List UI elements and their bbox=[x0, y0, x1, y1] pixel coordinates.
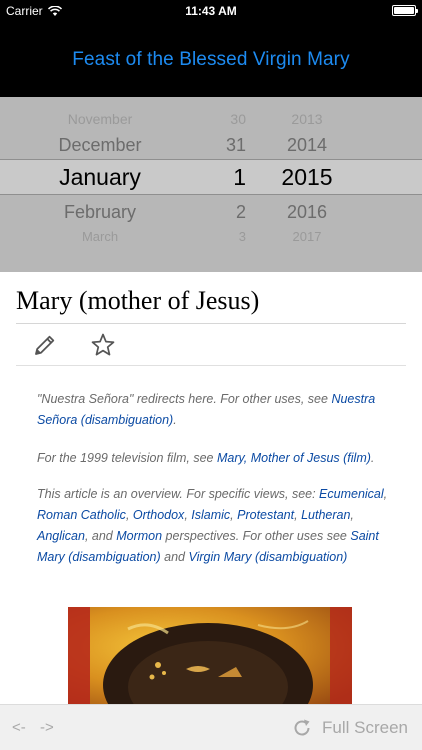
hatnote-text: perspectives. For other uses see bbox=[162, 529, 351, 543]
picker-day-selected[interactable]: 1 bbox=[190, 164, 246, 191]
hatnote-text: . bbox=[173, 413, 177, 427]
favorite-button[interactable] bbox=[90, 332, 116, 358]
picker-day[interactable]: 3 bbox=[190, 229, 246, 244]
battery-icon bbox=[392, 5, 418, 16]
picker-row[interactable]: November 30 2013 bbox=[0, 111, 422, 137]
hatnote-text: and bbox=[160, 550, 189, 564]
edit-button[interactable] bbox=[32, 332, 58, 358]
bottom-toolbar: <- -> Full Screen bbox=[0, 704, 422, 750]
article-title: Mary (mother of Jesus) bbox=[16, 286, 406, 324]
nav-header: Feast of the Blessed Virgin Mary bbox=[0, 22, 422, 97]
link-roman-catholic[interactable]: Roman Catholic bbox=[37, 508, 126, 522]
hatnote-text: . bbox=[370, 451, 375, 465]
hatnote-text: "Nuestra Señora" redirects here. For oth… bbox=[37, 392, 332, 406]
status-time: 11:43 AM bbox=[185, 4, 237, 18]
link-lutheran[interactable]: Lutheran bbox=[301, 508, 350, 522]
picker-day[interactable]: 31 bbox=[190, 135, 246, 156]
link-ecumenical[interactable]: Ecumenical bbox=[319, 487, 384, 501]
page-title: Feast of the Blessed Virgin Mary bbox=[72, 48, 350, 70]
divider bbox=[16, 365, 406, 366]
separator: , and bbox=[84, 529, 117, 543]
separator: , bbox=[350, 508, 354, 522]
picker-month-selected[interactable]: January bbox=[0, 164, 200, 191]
article-webview[interactable]: Mary (mother of Jesus) "Nuestra Señora" … bbox=[0, 272, 422, 704]
picker-day[interactable]: 30 bbox=[190, 111, 246, 127]
date-picker[interactable]: November 30 2013 December 31 2014 Januar… bbox=[0, 97, 422, 272]
picker-year-selected[interactable]: 2015 bbox=[262, 164, 352, 191]
link-mormon[interactable]: Mormon bbox=[116, 529, 162, 543]
link-virgin-mary[interactable]: Virgin Mary (disambiguation) bbox=[188, 550, 347, 564]
link-protestant[interactable]: Protestant bbox=[237, 508, 294, 522]
full-screen-button[interactable]: Full Screen bbox=[322, 718, 408, 738]
link-mary-film[interactable]: Mary, Mother of Jesus (film) bbox=[217, 451, 371, 465]
hatnote-redirect: "Nuestra Señora" redirects here. For oth… bbox=[37, 389, 399, 431]
hatnote-text: This article is an overview. For specifi… bbox=[37, 487, 320, 501]
refresh-icon[interactable] bbox=[291, 717, 313, 739]
picker-row[interactable]: March 3 2017 bbox=[0, 229, 422, 255]
link-islamic[interactable]: Islamic bbox=[191, 508, 230, 522]
separator: , bbox=[383, 487, 388, 501]
article-image[interactable] bbox=[68, 607, 352, 704]
picker-day[interactable]: 2 bbox=[190, 202, 246, 223]
picker-month[interactable]: December bbox=[0, 135, 200, 156]
status-bar: Carrier 11:43 AM bbox=[0, 0, 422, 22]
icon-painting bbox=[68, 607, 352, 704]
hatnote-overview: This article is an overview. For specifi… bbox=[37, 484, 399, 568]
picker-month[interactable]: March bbox=[0, 229, 200, 244]
picker-row[interactable]: December 31 2014 bbox=[0, 135, 422, 161]
hatnote-film: For the 1999 television film, see Mary, … bbox=[37, 448, 399, 469]
pencil-icon bbox=[35, 335, 55, 355]
picker-year[interactable]: 2013 bbox=[262, 111, 352, 127]
star-icon bbox=[91, 333, 115, 356]
picker-year[interactable]: 2014 bbox=[262, 135, 352, 156]
separator: , bbox=[125, 508, 133, 522]
picker-year[interactable]: 2016 bbox=[262, 202, 352, 223]
picker-month[interactable]: November bbox=[0, 111, 200, 127]
picker-year[interactable]: 2017 bbox=[262, 229, 352, 244]
link-orthodox[interactable]: Orthodox bbox=[133, 508, 184, 522]
back-button[interactable]: <- bbox=[12, 719, 26, 736]
hatnote-text: For the 1999 television film, see bbox=[37, 451, 217, 465]
link-anglican[interactable]: Anglican bbox=[37, 529, 85, 543]
picker-row[interactable]: February 2 2016 bbox=[0, 202, 422, 228]
picker-month[interactable]: February bbox=[0, 202, 200, 223]
picker-row-selected[interactable]: January 1 2015 bbox=[0, 164, 422, 190]
forward-button[interactable]: -> bbox=[40, 719, 54, 736]
